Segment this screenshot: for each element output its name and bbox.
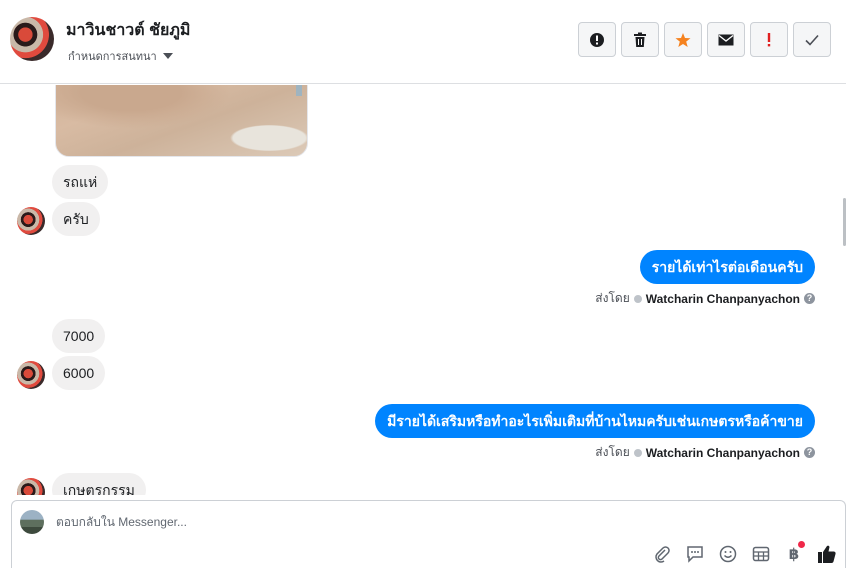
incoming-message: 6000 — [52, 356, 106, 390]
contact-avatar[interactable] — [10, 17, 54, 61]
paperclip-icon — [655, 546, 670, 563]
outgoing-message: รายได้เท่าไรต่อเดือนครับ — [639, 250, 815, 284]
outgoing-message: มีรายได้เสริมหรือทำอะไรเพิ่มเติมที่บ้านไ… — [375, 404, 815, 438]
info-button[interactable] — [578, 22, 616, 57]
like-button[interactable] — [817, 544, 837, 564]
star-button[interactable] — [664, 22, 702, 57]
sender-avatar — [17, 207, 45, 235]
check-icon — [805, 34, 819, 46]
envelope-icon — [718, 34, 734, 45]
incoming-message: เกษตรกรรม — [52, 473, 146, 495]
emoji-button[interactable] — [718, 544, 738, 564]
message-thread[interactable]: รถแห่ ครับ รายได้เท่าไรต่อเดือนครับ ส่งโ… — [0, 85, 846, 495]
baht-icon: ฿ — [788, 546, 800, 563]
sent-by-prefix: ส่งโดย — [595, 445, 630, 459]
saved-replies-button[interactable] — [685, 544, 705, 564]
table-icon — [752, 546, 770, 562]
chat-bubble-icon — [687, 546, 703, 563]
incoming-message: 7000 — [52, 319, 106, 353]
table-button[interactable] — [751, 544, 771, 564]
contact-name[interactable]: มาวินชาวต์ ชัยภูมิ — [66, 18, 190, 43]
thumbs-up-icon — [818, 545, 836, 563]
sender-avatar — [17, 478, 45, 495]
payment-button[interactable]: ฿ — [784, 541, 805, 564]
caret-down-icon — [162, 53, 173, 59]
spam-button[interactable] — [750, 22, 788, 57]
sent-by-line: ส่งโดย Watcharin Chanpanyachon ? — [595, 443, 815, 462]
notification-dot — [798, 541, 805, 548]
page-avatar — [20, 510, 44, 534]
image-attachment[interactable] — [55, 85, 308, 157]
info-icon — [590, 32, 604, 47]
delete-button[interactable] — [621, 22, 659, 57]
page-icon — [633, 294, 642, 303]
reply-input[interactable] — [56, 515, 656, 529]
trash-icon — [634, 32, 646, 47]
help-icon[interactable]: ? — [804, 447, 815, 458]
sender-name[interactable]: Watcharin Chanpanyachon — [646, 446, 800, 460]
composer-tools: ฿ — [652, 541, 837, 564]
exclamation-icon — [767, 32, 771, 46]
page-icon — [633, 448, 642, 457]
sent-by-line: ส่งโดย Watcharin Chanpanyachon ? — [595, 289, 815, 308]
assign-label: กำหนดการสนทนา — [68, 51, 157, 63]
mark-done-button[interactable] — [793, 22, 831, 57]
photo-detail — [296, 85, 302, 96]
conversation-header: มาวินชาวต์ ชัยภูมิ กำหนดการสนทนา — [0, 0, 846, 84]
smiley-icon — [719, 545, 737, 563]
help-icon[interactable]: ? — [804, 293, 815, 304]
attach-button[interactable] — [652, 544, 672, 564]
reply-composer: ฿ — [11, 500, 846, 568]
star-icon — [675, 32, 691, 47]
sender-avatar — [17, 361, 45, 389]
incoming-message: รถแห่ — [52, 165, 109, 199]
assign-conversation-dropdown[interactable]: กำหนดการสนทนา — [68, 47, 173, 65]
incoming-message: ครับ — [52, 202, 100, 236]
sent-by-prefix: ส่งโดย — [595, 291, 630, 305]
mark-unread-button[interactable] — [707, 22, 745, 57]
header-actions — [578, 22, 831, 57]
sender-name[interactable]: Watcharin Chanpanyachon — [646, 292, 800, 306]
